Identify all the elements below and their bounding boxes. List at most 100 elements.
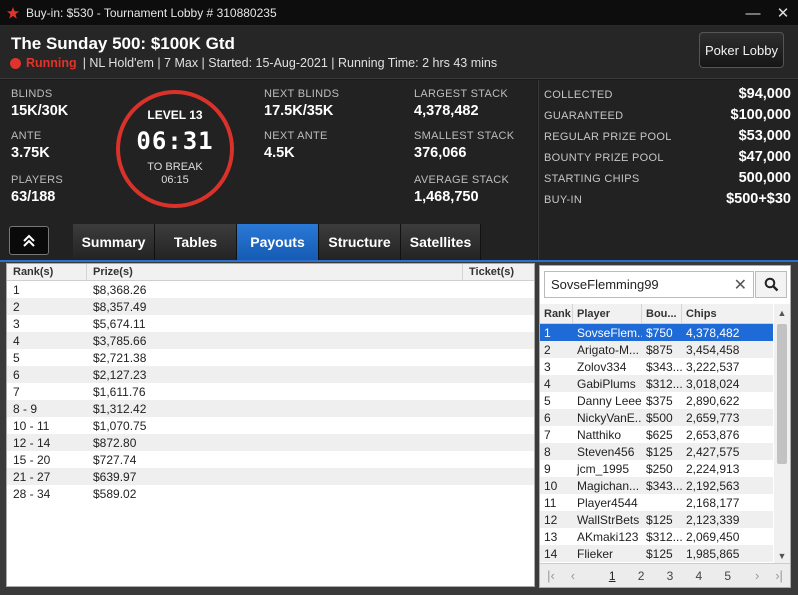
player-rank: 3: [544, 359, 551, 374]
column-header-rank[interactable]: Rank(s): [7, 264, 87, 280]
first-page-icon[interactable]: |‹: [540, 568, 562, 583]
player-row[interactable]: 12 WallStrBets $125 2,123,339: [540, 511, 773, 528]
prize-label: BOUNTY PRIZE POOL: [544, 152, 664, 164]
player-chips: 2,192,563: [686, 478, 740, 493]
column-header-rank[interactable]: Rank: [540, 304, 573, 323]
prize-value: $500+$30: [726, 191, 791, 207]
tournament-header: The Sunday 500: $100K Gtd Running | NL H…: [0, 26, 798, 79]
prize-row-collected: COLLECTED $94,000: [544, 86, 791, 102]
player-chips: 2,168,177: [686, 495, 740, 510]
scrollbar-thumb[interactable]: [777, 324, 787, 464]
next-page-icon[interactable]: ›: [746, 568, 768, 583]
prize-label: REGULAR PRIZE POOL: [544, 131, 672, 143]
player-bounty: $375: [646, 393, 673, 408]
player-search-input[interactable]: [551, 277, 731, 292]
players-scrollbar[interactable]: ▲ ▼: [774, 304, 790, 563]
player-player: jcm_1995: [577, 461, 630, 476]
player-row[interactable]: 10 Magichan... $343... 2,192,563: [540, 477, 773, 494]
player-row[interactable]: 3 Zolov334 $343... 3,222,537: [540, 358, 773, 375]
player-row[interactable]: 1 SovseFlem... $750 4,378,482: [540, 324, 773, 341]
prize-label: STARTING CHIPS: [544, 173, 640, 185]
tab-satellites[interactable]: Satellites: [401, 224, 481, 260]
payout-rank: 8 - 9: [13, 401, 38, 416]
player-player: Steven456: [577, 444, 635, 459]
stat-next-blinds: NEXT BLINDS 17.5K/35K: [264, 88, 339, 119]
player-row[interactable]: 8 Steven456 $125 2,427,575: [540, 443, 773, 460]
tab-tables[interactable]: Tables: [155, 224, 237, 260]
player-player: GabiPlums: [577, 376, 636, 391]
page-link[interactable]: 2: [627, 569, 656, 583]
player-rank: 14: [544, 546, 558, 561]
player-rank: 11: [544, 495, 557, 510]
player-row[interactable]: 11 Player4544 2,168,177: [540, 494, 773, 511]
minimize-button[interactable]: —: [738, 0, 768, 26]
payout-row: 4 $3,785.66: [7, 332, 534, 349]
stat-label: NEXT BLINDS: [264, 88, 340, 100]
tab-structure[interactable]: Structure: [319, 224, 401, 260]
player-row[interactable]: 14 Flieker $125 1,985,865: [540, 545, 773, 562]
prize-info-panel: COLLECTED $94,000 GUARANTEED $100,000 RE…: [538, 80, 798, 260]
to-break-label: TO BREAK: [147, 161, 203, 173]
player-player: AKmaki123: [577, 529, 639, 544]
player-chips: 2,427,575: [686, 444, 740, 459]
stat-blinds: BLINDS 15K/30K: [11, 88, 68, 119]
payout-row: 6 $2,127.23: [7, 366, 534, 383]
column-header-chips[interactable]: Chips: [682, 304, 773, 323]
page-link[interactable]: 1: [598, 569, 627, 583]
payout-row: 8 - 9 $1,312.42: [7, 400, 534, 417]
lobby-tabs: Summary Tables Payouts Structure Satelli…: [73, 224, 481, 260]
poker-lobby-button[interactable]: Poker Lobby: [699, 32, 784, 68]
pokerstars-logo-icon: [7, 6, 19, 19]
player-row[interactable]: 4 GabiPlums $312... 3,018,024: [540, 375, 773, 392]
player-bounty: $343...: [646, 359, 682, 374]
payout-rank: 5: [13, 350, 20, 365]
column-header-ticket[interactable]: Ticket(s): [463, 264, 533, 280]
player-rank: 12: [544, 512, 558, 527]
payout-prize: $8,357.49: [93, 299, 147, 314]
to-break-timer: 06:15: [161, 174, 189, 186]
prev-page-icon[interactable]: ‹: [562, 568, 584, 583]
page-link[interactable]: 5: [713, 569, 742, 583]
player-chips: 2,123,339: [686, 512, 740, 527]
player-row[interactable]: 5 Danny Leee $375 2,890,622: [540, 392, 773, 409]
player-rank: 6: [544, 410, 551, 425]
column-header-prize[interactable]: Prize(s): [87, 264, 463, 280]
player-row[interactable]: 13 AKmaki123 $312... 2,069,450: [540, 528, 773, 545]
prize-value: $100,000: [730, 107, 791, 123]
tab-summary[interactable]: Summary: [73, 224, 155, 260]
collapse-button[interactable]: [9, 226, 49, 255]
prize-value: $53,000: [738, 128, 791, 144]
prize-label: COLLECTED: [544, 89, 613, 101]
title-bar: Buy-in: $530 - Tournament Lobby # 310880…: [0, 0, 798, 26]
payout-row: 2 $8,357.49: [7, 298, 534, 315]
player-bounty: $625: [646, 427, 673, 442]
player-player: SovseFlem...: [577, 325, 642, 340]
status-label: Running: [26, 56, 77, 70]
player-row[interactable]: 7 Natthiko $625 2,653,876: [540, 426, 773, 443]
payout-ticket: [463, 468, 533, 485]
column-header-player[interactable]: Player: [573, 304, 642, 323]
search-button[interactable]: [755, 271, 787, 298]
player-row[interactable]: 2 Arigato-M... $875 3,454,458: [540, 341, 773, 358]
payout-rank: 2: [13, 299, 20, 314]
stat-average-stack: AVERAGE STACK 1,468,750: [414, 174, 509, 205]
page-link[interactable]: 3: [656, 569, 685, 583]
close-button[interactable]: ✕: [768, 0, 798, 26]
clear-search-icon[interactable]: ✕: [734, 275, 747, 295]
stat-label: PLAYERS: [11, 174, 64, 186]
payout-ticket: [463, 400, 533, 417]
players-panel: ✕ Rank Player Bou... Chips 1 SovseFlem...…: [539, 265, 791, 588]
player-row[interactable]: 9 jcm_1995 $250 2,224,913: [540, 460, 773, 477]
player-row[interactable]: 6 NickyVanE... $500 2,659,773: [540, 409, 773, 426]
scroll-up-icon[interactable]: ▲: [774, 306, 790, 320]
scroll-down-icon[interactable]: ▼: [774, 549, 790, 563]
column-header-bounty[interactable]: Bou...: [642, 304, 682, 323]
last-page-icon[interactable]: ›|: [768, 568, 790, 583]
payout-rank: 1: [13, 282, 20, 297]
payout-rank: 4: [13, 333, 20, 348]
tab-payouts[interactable]: Payouts: [237, 224, 319, 260]
payout-ticket: [463, 281, 533, 298]
stat-label: SMALLEST STACK: [414, 130, 515, 142]
page-link[interactable]: 4: [684, 569, 713, 583]
payout-rank: 7: [13, 384, 20, 399]
